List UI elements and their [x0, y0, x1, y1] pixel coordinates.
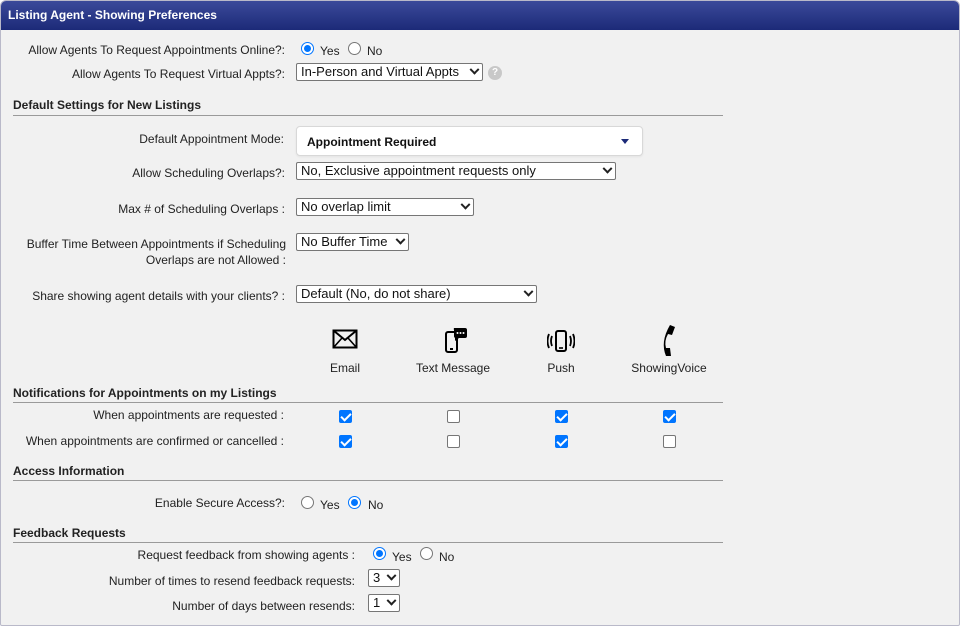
section-divider: [13, 542, 723, 543]
virtual-appts-label: Allow Agents To Request Virtual Appts?:: [71, 67, 285, 81]
envelope-icon: [332, 329, 358, 349]
appointment-mode-select[interactable]: Appointment Required: [296, 126, 643, 156]
preferences-panel: Listing Agent - Showing Preferences Allo…: [0, 0, 960, 626]
overlaps-value: No, Exclusive appointment requests only: [301, 163, 536, 178]
channel-email-label: Email: [329, 361, 360, 375]
virtual-appts-value: In-Person and Virtual Appts: [301, 64, 460, 79]
online-requests-yes-label[interactable]: Yes: [320, 44, 340, 58]
chevron-down-icon: [602, 163, 613, 174]
buffer-value: No Buffer Time: [301, 234, 388, 249]
max-overlaps-select[interactable]: No overlap limit: [296, 198, 474, 216]
notify-confirmed-push-checkbox[interactable]: [555, 435, 568, 448]
notify-requested-label: When appointments are requested :: [93, 408, 284, 422]
notify-confirmed-label: When appointments are confirmed or cance…: [25, 434, 284, 448]
buffer-select[interactable]: No Buffer Time: [296, 233, 409, 251]
resend-times-label: Number of times to resend feedback reque…: [108, 574, 355, 588]
notify-requested-push-checkbox[interactable]: [555, 410, 568, 423]
notify-confirmed-text-checkbox[interactable]: [447, 435, 460, 448]
section-divider: [13, 480, 723, 481]
section-divider: [13, 402, 723, 403]
request-feedback-yes-label[interactable]: Yes: [392, 550, 412, 564]
online-requests-label: Allow Agents To Request Appointments Onl…: [28, 43, 285, 57]
notifications-title: Notifications for Appointments on my Lis…: [13, 386, 277, 400]
online-requests-yes-radio[interactable]: [301, 42, 314, 55]
resend-times-select[interactable]: 3: [368, 569, 400, 587]
channel-text-label: Text Message: [415, 361, 491, 375]
channel-push-label: Push: [547, 361, 575, 375]
panel-title: Listing Agent - Showing Preferences: [8, 8, 217, 22]
share-details-label: Share showing agent details with your cl…: [32, 289, 285, 303]
secure-access-no-radio[interactable]: [348, 496, 361, 509]
notify-requested-text-checkbox[interactable]: [447, 410, 460, 423]
caret-down-icon: [621, 139, 629, 144]
chevron-down-icon: [395, 234, 406, 245]
secure-access-label: Enable Secure Access?:: [154, 496, 285, 510]
panel-header: Listing Agent - Showing Preferences: [1, 1, 959, 30]
resend-days-value: 1: [373, 595, 381, 610]
secure-access-yes-radio[interactable]: [301, 496, 314, 509]
overlaps-select[interactable]: No, Exclusive appointment requests only: [296, 162, 616, 180]
secure-access-yes-label[interactable]: Yes: [320, 498, 340, 512]
text-message-icon: [445, 328, 467, 353]
secure-access-no-label[interactable]: No: [368, 498, 383, 512]
online-requests-no-label[interactable]: No: [367, 44, 382, 58]
chevron-down-icon: [386, 595, 397, 606]
channel-voice-label: ShowingVoice: [631, 361, 707, 375]
virtual-appts-select[interactable]: In-Person and Virtual Appts: [296, 63, 483, 81]
resend-days-label: Number of days between resends:: [172, 599, 355, 613]
chevron-down-icon: [523, 286, 534, 297]
request-feedback-no-label[interactable]: No: [439, 550, 454, 564]
phone-handset-icon: [663, 325, 675, 356]
share-details-select[interactable]: Default (No, do not share): [296, 285, 537, 303]
resend-days-select[interactable]: 1: [368, 594, 400, 612]
chevron-down-icon: [460, 199, 471, 210]
notify-confirmed-email-checkbox[interactable]: [339, 435, 352, 448]
chevron-down-icon: [386, 570, 397, 581]
online-requests-no-radio[interactable]: [348, 42, 361, 55]
request-feedback-no-radio[interactable]: [420, 547, 433, 560]
share-details-value: Default (No, do not share): [301, 286, 451, 301]
buffer-label: Buffer Time Between Appointments if Sche…: [26, 237, 286, 267]
default-settings-title: Default Settings for New Listings: [13, 98, 202, 112]
notify-requested-email-checkbox[interactable]: [339, 410, 352, 423]
access-title: Access Information: [13, 464, 125, 478]
chevron-down-icon: [469, 64, 480, 75]
feedback-title: Feedback Requests: [13, 526, 126, 540]
notify-requested-voice-checkbox[interactable]: [663, 410, 676, 423]
overlaps-label: Allow Scheduling Overlaps?:: [132, 166, 285, 180]
appointment-mode-value: Appointment Required: [307, 135, 437, 149]
appointment-mode-label: Default Appointment Mode:: [139, 132, 284, 146]
resend-times-value: 3: [373, 570, 381, 585]
push-notification-icon: [547, 330, 575, 352]
max-overlaps-label: Max # of Scheduling Overlaps :: [118, 202, 285, 216]
help-icon[interactable]: ?: [488, 66, 502, 80]
request-feedback-label: Request feedback from showing agents :: [137, 548, 355, 562]
section-divider: [13, 115, 723, 116]
notify-confirmed-voice-checkbox[interactable]: [663, 435, 676, 448]
max-overlaps-value: No overlap limit: [301, 199, 391, 214]
request-feedback-yes-radio[interactable]: [373, 547, 386, 560]
